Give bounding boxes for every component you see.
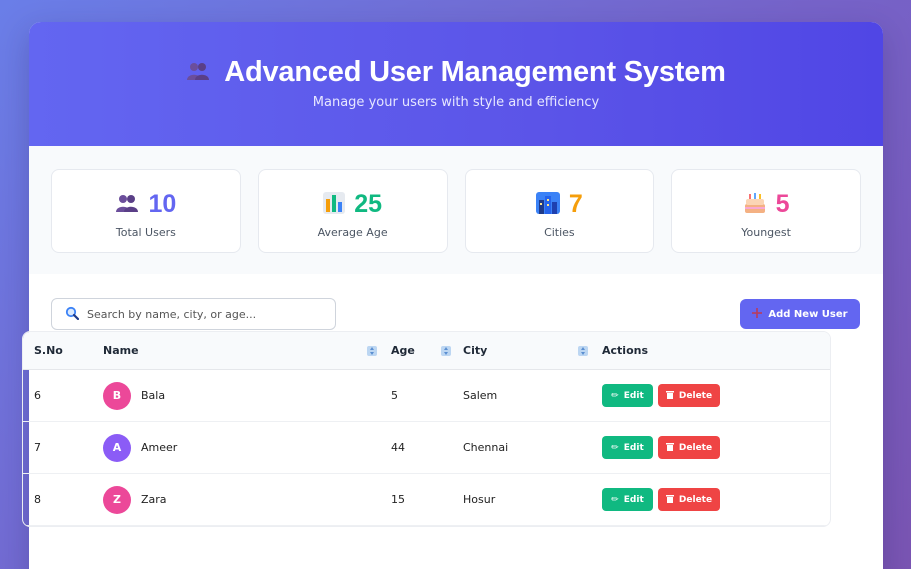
sort-icon[interactable]	[578, 345, 588, 356]
delete-button[interactable]: Delete	[658, 488, 720, 511]
delete-label: Delete	[678, 442, 713, 453]
stat-card-total-users: 10 Total Users	[51, 169, 241, 253]
page-title: Advanced User Management System	[224, 56, 726, 88]
trash-icon	[665, 494, 674, 506]
cell-name: A Ameer	[103, 433, 391, 462]
add-user-button[interactable]: Add New User	[740, 299, 860, 329]
table-row: 7 A Ameer 44 Chennai ✏ Edit Delete	[23, 422, 830, 474]
sort-icon[interactable]	[367, 345, 377, 356]
city-icon	[535, 191, 560, 218]
cell-sno: 6	[34, 389, 41, 402]
header-age[interactable]: Age	[391, 344, 463, 357]
cell-city: Chennai	[463, 441, 509, 454]
sort-icon[interactable]	[441, 345, 451, 356]
search-input[interactable]	[87, 307, 317, 321]
cell-city: Hosur	[463, 493, 496, 506]
stat-value: 5	[775, 190, 790, 218]
pencil-icon: ✏	[611, 442, 619, 453]
user-name: Zara	[141, 493, 167, 506]
users-icon	[186, 61, 210, 85]
avatar: A	[103, 433, 131, 462]
user-name: Bala	[141, 389, 166, 402]
header-name[interactable]: Name	[103, 344, 391, 357]
stat-card-cities: 7 Cities	[464, 169, 655, 253]
header-actions: Actions	[602, 344, 648, 357]
cell-age: 5	[391, 389, 398, 402]
stat-label: Cities	[544, 226, 575, 239]
search-icon	[65, 305, 80, 324]
stat-label: Total Users	[115, 226, 176, 239]
users-icon	[115, 193, 139, 217]
stat-card-youngest: 5 Youngest	[671, 169, 861, 253]
delete-label: Delete	[678, 390, 713, 401]
edit-button[interactable]: ✏ Edit	[602, 436, 653, 459]
cell-sno: 8	[34, 493, 41, 506]
stat-label: Youngest	[741, 226, 791, 239]
cell-age: 44	[391, 441, 405, 454]
delete-button[interactable]: Delete	[658, 436, 720, 459]
cell-name: Z Zara	[103, 485, 391, 514]
table-row: 6 B Bala 5 Salem ✏ Edit Delete	[23, 370, 830, 422]
stat-card-average-age: 25 Average Age	[257, 169, 448, 253]
page-header: Advanced User Management System Manage y…	[29, 22, 883, 146]
avatar: B	[103, 381, 131, 410]
delete-label: Delete	[678, 494, 713, 505]
pencil-icon: ✏	[611, 390, 619, 401]
plus-icon	[752, 307, 763, 321]
header-city[interactable]: City	[463, 344, 602, 357]
edit-button[interactable]: ✏ Edit	[602, 488, 653, 511]
cell-city: Salem	[463, 389, 498, 402]
edit-label: Edit	[623, 390, 644, 401]
cell-actions: ✏ Edit Delete	[602, 488, 720, 511]
page-subtitle: Manage your users with style and efficie…	[312, 95, 600, 110]
cell-sno: 7	[34, 441, 41, 454]
header-age-label: Age	[391, 344, 415, 357]
pencil-icon: ✏	[611, 494, 619, 505]
stat-value: 25	[354, 190, 383, 218]
title-row: Advanced User Management System	[29, 22, 883, 89]
header-sno: S.No	[34, 344, 63, 357]
stats-row: 10 Total Users 25 Average Age 7 Cities 5…	[29, 146, 883, 274]
trash-icon	[665, 442, 674, 454]
table-row: 8 Z Zara 15 Hosur ✏ Edit Delete	[23, 474, 830, 526]
users-table: S.No Name Age City Actions 6 B Bala 5 Sa…	[22, 331, 831, 527]
user-name: Ameer	[141, 441, 178, 454]
cake-icon	[743, 192, 767, 218]
bar-chart-icon	[323, 191, 346, 218]
delete-button[interactable]: Delete	[658, 384, 720, 407]
edit-button[interactable]: ✏ Edit	[602, 384, 653, 407]
search-box[interactable]	[51, 298, 336, 330]
avatar: Z	[103, 485, 131, 514]
edit-label: Edit	[623, 442, 644, 453]
header-city-label: City	[463, 344, 488, 357]
edit-label: Edit	[623, 494, 644, 505]
table-header: S.No Name Age City Actions	[23, 332, 830, 370]
cell-actions: ✏ Edit Delete	[602, 384, 720, 407]
stat-label: Average Age	[317, 226, 388, 239]
stat-value: 7	[568, 190, 583, 218]
stat-value: 10	[148, 190, 177, 218]
add-user-label: Add New User	[768, 308, 848, 320]
cell-age: 15	[391, 493, 405, 506]
cell-actions: ✏ Edit Delete	[602, 436, 720, 459]
header-name-label: Name	[103, 344, 139, 357]
trash-icon	[665, 390, 674, 402]
cell-name: B Bala	[103, 381, 391, 410]
